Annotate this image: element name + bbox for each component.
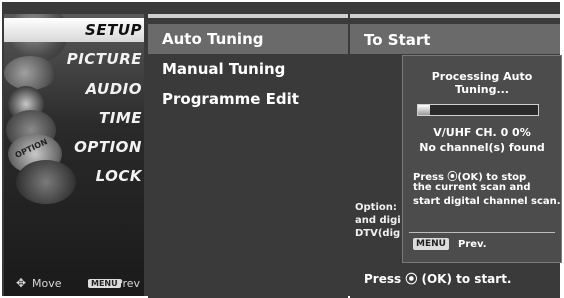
progress-bar (417, 104, 539, 116)
progress-bar-fill (418, 105, 430, 115)
dialog-title: Processing Auto Tuning... (431, 70, 533, 96)
menu-item-audio[interactable]: AUDIO (64, 80, 142, 102)
menu-item-option[interactable]: OPTION (64, 138, 142, 160)
move-arrows-icon: ✥ (16, 276, 27, 290)
move-hint-label: Move (32, 277, 62, 290)
option-text-line-1: Option: (355, 202, 397, 213)
dialog-divider (409, 232, 555, 233)
prev-label: Prev. (458, 239, 487, 250)
main-menu: OPTION SETUP PICTURE AUDIO TIME OPTION L… (4, 14, 144, 296)
channels-found-text: No channel(s) found (419, 141, 545, 154)
to-start-title[interactable]: To Start (364, 31, 430, 49)
menu-item-time[interactable]: TIME (64, 109, 142, 131)
auto-tuning-progress-dialog: Processing Auto Tuning... V/UHF CH. 0 0%… (402, 55, 562, 263)
menu-item-lock[interactable]: LOCK (64, 167, 142, 189)
tv-menu-screen: OPTION SETUP PICTURE AUDIO TIME OPTION L… (0, 0, 564, 298)
submenu-item-programme-edit[interactable]: Programme Edit (162, 90, 299, 108)
menu-item-picture[interactable]: PICTURE (64, 50, 142, 72)
panel-top-line (350, 14, 560, 18)
palette-decoration (4, 56, 56, 90)
stop-message-line-2: the current scan and (413, 182, 531, 193)
submenu-item-auto-tuning[interactable]: Auto Tuning (162, 30, 263, 48)
stop-message-line-3: start digital channel scan. (413, 196, 561, 207)
stop-message-line-1: Press ⦿(OK) to stop (413, 172, 527, 183)
option-text-line-2: and digi (355, 215, 401, 226)
submenu-item-manual-tuning[interactable]: Manual Tuning (162, 60, 285, 78)
press-ok-to-start: Press ⦿ (OK) to start. (364, 272, 512, 286)
submenu-top-line (148, 14, 348, 18)
option-text-line-3: DTV(dig (355, 228, 401, 239)
prev-hint-label: Prev (116, 277, 140, 290)
channel-progress-text: V/UHF CH. 0 0% (433, 126, 531, 139)
menu-key-button[interactable]: MENU (413, 238, 449, 250)
setup-submenu: Auto Tuning Manual Tuning Programme Edit (148, 14, 348, 298)
menu-item-setup[interactable]: SETUP (64, 21, 142, 43)
